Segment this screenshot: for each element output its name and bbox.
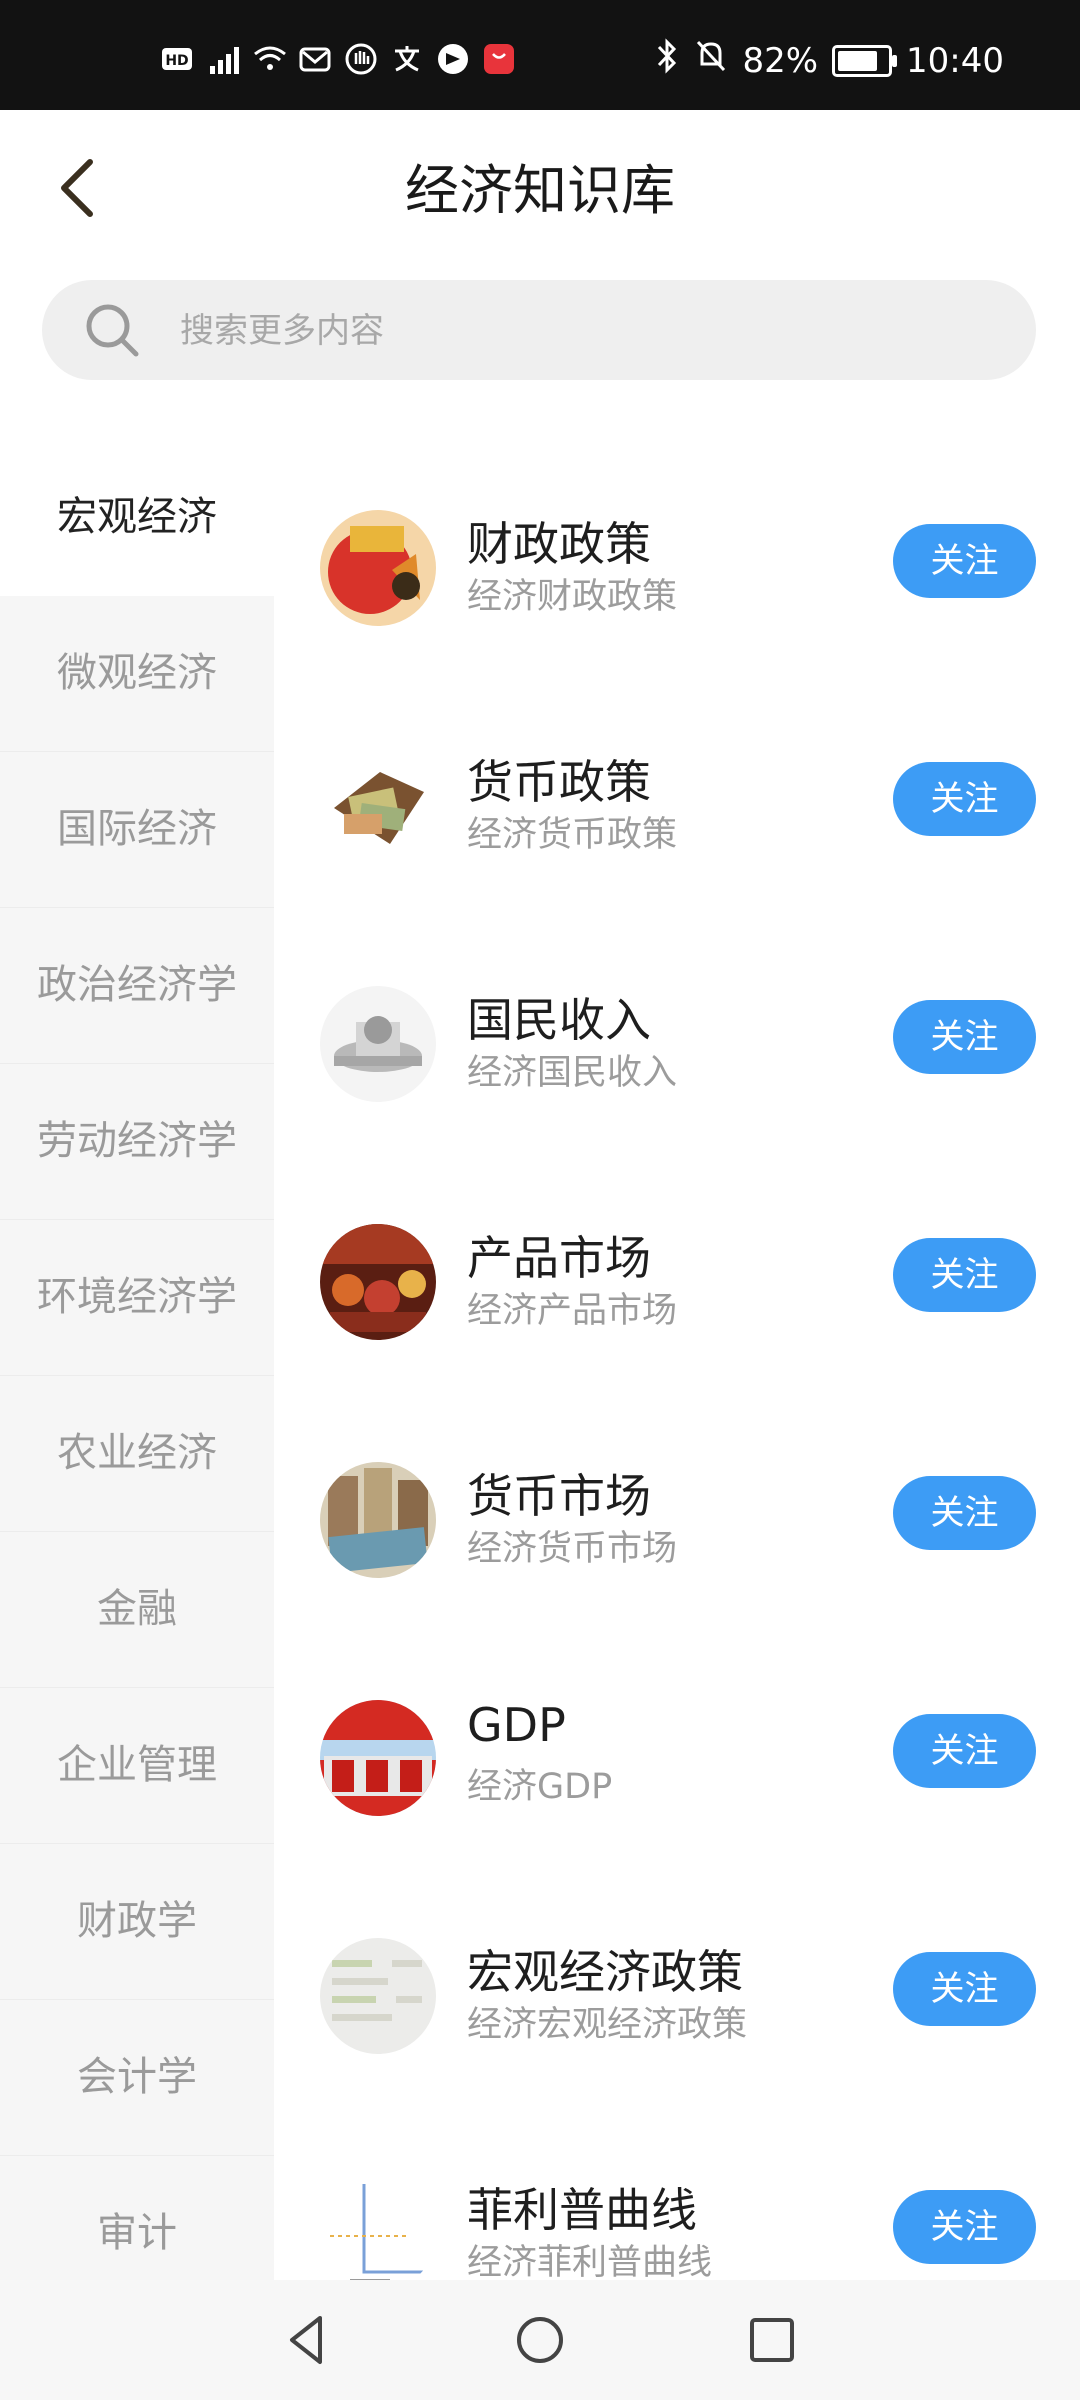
header: 经济知识库 [0,110,1080,250]
item-subtitle: 经济产品市场 [467,1291,678,1331]
follow-button[interactable]: 关注 [893,524,1036,598]
phillips-curve-thumb [320,2176,436,2280]
clock: 10:40 [906,40,1004,81]
sidebar-item-finance[interactable]: 金融 [0,1532,274,1688]
sidebar-item-environment[interactable]: 环境经济学 [0,1220,274,1376]
page-title: 经济知识库 [405,159,675,222]
item-subtitle: 经济宏观经济政策 [467,2005,748,2045]
item-title: 菲利普曲线 [467,2183,697,2237]
item-subtitle: 经济菲利普曲线 [467,2243,713,2280]
battery-icon [832,44,898,77]
sidebar-item-audit[interactable]: 审计 [0,2156,274,2280]
list-item[interactable]: 宏观经济政策 经济宏观经济政策 关注 [274,1868,1080,2106]
huawei-store-icon [482,42,516,76]
status-left-icons: HD [160,42,516,76]
list-item[interactable]: 菲利普曲线 经济菲利普曲线 关注 [274,2106,1080,2280]
item-subtitle: 经济货币市场 [467,1529,678,1569]
sidebar-item-macro[interactable]: 宏观经济 [0,440,274,596]
list-item[interactable]: 产品市场 经济产品市场 关注 [274,1154,1080,1392]
sidebar-item-management[interactable]: 企业管理 [0,1688,274,1844]
sidebar-item-labor[interactable]: 劳动经济学 [0,1064,274,1220]
signal-4g-icon [206,42,240,76]
system-nav-bar [0,2280,1080,2400]
category-sidebar: 宏观经济 微观经济 国际经济 政治经济学 劳动经济学 环境经济学 农业经济 金融… [0,440,274,2280]
list-item[interactable]: 货币政策 经济货币政策 关注 [274,678,1080,916]
item-title: GDP [467,1698,566,1752]
item-title: 宏观经济政策 [467,1945,743,1999]
search-icon [82,300,142,360]
search-bar[interactable] [42,280,1036,380]
item-title: 产品市场 [467,1231,651,1285]
translate-icon [390,42,424,76]
item-subtitle: 经济国民收入 [467,1053,678,1093]
list-item[interactable]: 财政政策 经济财政政策 关注 [274,440,1080,678]
item-title: 国民收入 [467,993,651,1047]
search-input[interactable] [178,302,1002,360]
mail-icon [298,42,332,76]
topic-list: 财政政策 经济财政政策 关注 货币政策 经济货币政策 关注 国民收入 经济国民收… [274,440,1080,2280]
macro-policy-thumb [320,1938,436,2054]
item-subtitle: 经济财政政策 [467,577,678,617]
mute-bell-icon [694,38,728,83]
item-title: 财政政策 [467,517,651,571]
bluetooth-icon [654,38,680,83]
svg-text:HD: HD [165,53,188,69]
list-item[interactable]: GDP 经济GDP 关注 [274,1630,1080,1868]
status-bar: HD 82% 10:40 [0,0,1080,110]
item-subtitle: 经济GDP [467,1767,613,1807]
follow-button[interactable]: 关注 [893,1714,1036,1788]
product-market-thumb [320,1224,436,1340]
follow-button[interactable]: 关注 [893,1952,1036,2026]
nav-back-icon[interactable] [278,2310,338,2370]
follow-button[interactable]: 关注 [893,762,1036,836]
follow-button[interactable]: 关注 [893,1476,1036,1550]
battery-percent: 82% [742,40,819,81]
hd-icon: HD [160,42,194,76]
hand-icon [344,42,378,76]
sidebar-item-micro[interactable]: 微观经济 [0,596,274,752]
money-market-thumb [320,1462,436,1578]
wifi-icon [252,42,286,76]
item-title: 货币政策 [467,755,651,809]
follow-button[interactable]: 关注 [893,1238,1036,1312]
list-item[interactable]: 国民收入 经济国民收入 关注 [274,916,1080,1154]
follow-button[interactable]: 关注 [893,2190,1036,2264]
status-right: 82% 10:40 [654,38,1004,83]
sidebar-item-public-finance[interactable]: 财政学 [0,1844,274,2000]
app-icon [436,42,470,76]
sidebar-item-accounting[interactable]: 会计学 [0,2000,274,2156]
sidebar-item-international[interactable]: 国际经济 [0,752,274,908]
follow-button[interactable]: 关注 [893,1000,1036,1074]
fiscal-policy-thumb [320,510,436,626]
list-item[interactable]: 货币市场 经济货币市场 关注 [274,1392,1080,1630]
item-subtitle: 经济货币政策 [467,815,678,855]
nav-recents-icon[interactable] [742,2310,802,2370]
national-income-thumb [320,986,436,1102]
sidebar-item-agriculture[interactable]: 农业经济 [0,1376,274,1532]
item-title: 货币市场 [467,1469,651,1523]
gdp-thumb [320,1700,436,1816]
monetary-policy-thumb [320,748,436,864]
nav-home-icon[interactable] [510,2310,570,2370]
sidebar-item-political[interactable]: 政治经济学 [0,908,274,1064]
